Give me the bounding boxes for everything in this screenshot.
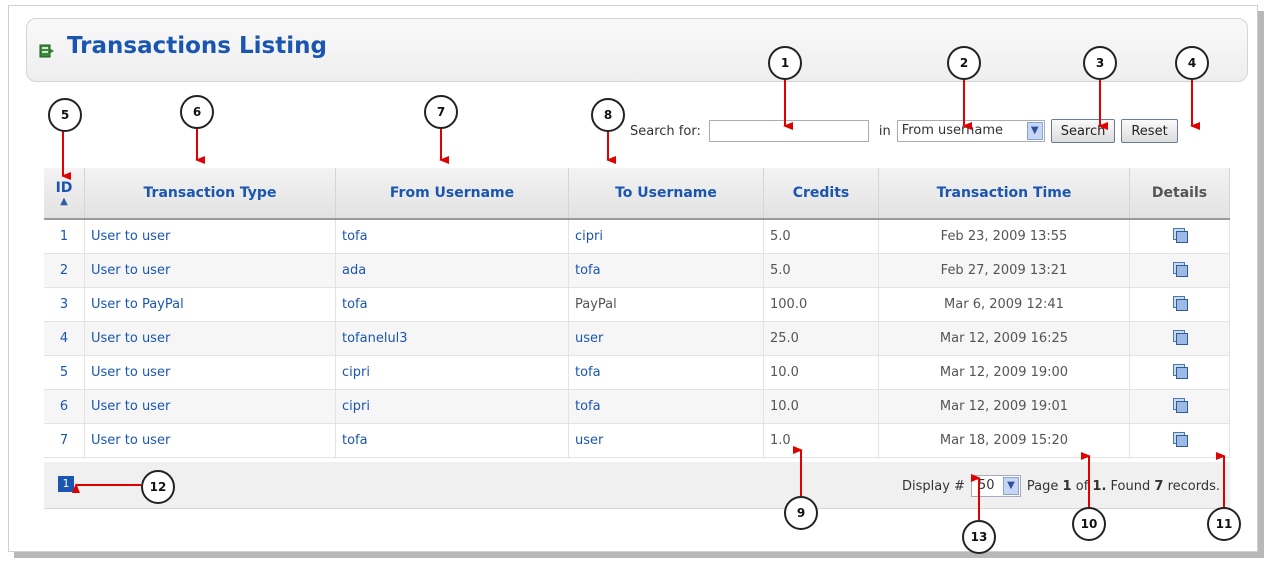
callout-13: 13 [962,520,996,554]
callout-4: 4 [1175,46,1209,80]
callout-3: 3 [1083,46,1117,80]
callout-5: 5 [48,98,82,132]
callout-12: 12 [141,470,175,504]
callout-1: 1 [768,46,802,80]
callout-arrows [61,77,1226,520]
callout-11: 11 [1207,507,1241,541]
callout-2: 2 [947,46,981,80]
callout-10: 10 [1072,507,1106,541]
callout-6: 6 [180,95,214,129]
callout-7: 7 [424,95,458,129]
callout-9: 9 [784,496,818,530]
callout-8: 8 [591,98,625,132]
